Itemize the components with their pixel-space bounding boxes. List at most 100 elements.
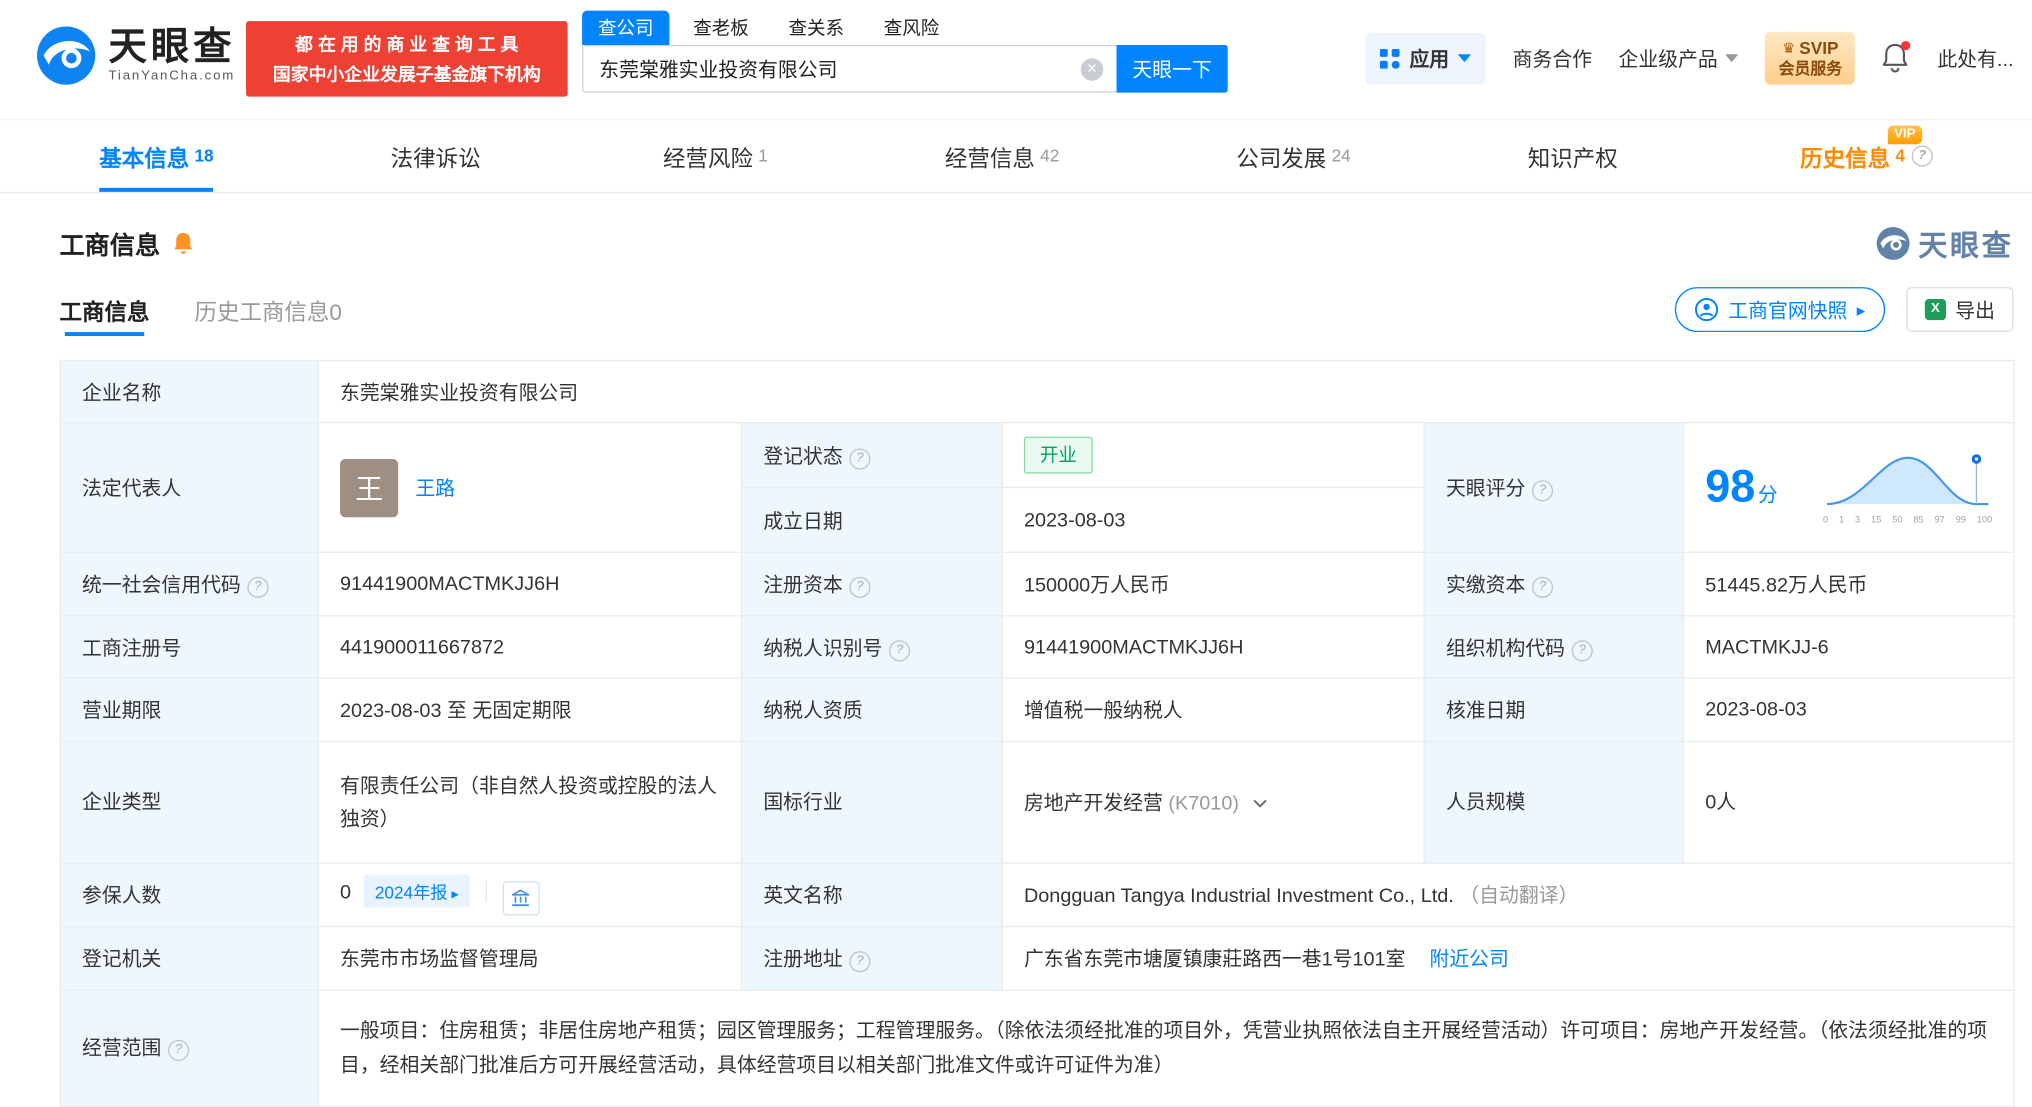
chevron-down-icon[interactable] xyxy=(1252,790,1267,812)
brand-name: 天眼查 xyxy=(108,26,236,69)
business-scope-value: 一般项目：住房租赁；非居住房地产租赁；园区管理服务；工程管理服务。（除依法须经批… xyxy=(317,989,2015,1107)
score-axis-ticks: 01 3 15 50 85 97 99 100 xyxy=(1823,515,1993,525)
paid-capital-label: 实缴资本 xyxy=(1423,551,1685,617)
company-name-value: 东莞棠雅实业投资有限公司 xyxy=(317,359,2015,424)
org-code-value: MACTMKJJ-6 xyxy=(1682,615,2015,679)
score-number: 98 分 xyxy=(1705,461,1778,512)
business-scope-label: 经营范围 xyxy=(59,989,319,1107)
tab-operation-info[interactable]: 经营信息 42 xyxy=(945,120,1059,191)
notification-bell-icon[interactable] xyxy=(1882,41,1911,74)
crown-icon xyxy=(1782,37,1795,59)
legal-rep-link[interactable]: 王路 xyxy=(415,474,455,502)
insured-count-label: 参保人数 xyxy=(59,862,319,928)
search-tab-boss[interactable]: 查老板 xyxy=(691,11,752,45)
chevron-down-icon xyxy=(1458,54,1472,63)
vip-badge: VIP xyxy=(1887,125,1923,145)
search-box xyxy=(582,44,1117,93)
official-snapshot-button[interactable]: 工商官网快照 xyxy=(1675,287,1886,333)
header: 天眼查 TianYanCha.com 都 在 用 的 商 业 查 询 工 具 国… xyxy=(0,0,2032,121)
search-tab-risk[interactable]: 查风险 xyxy=(881,11,942,45)
reg-number-value: 441900011667872 xyxy=(317,615,743,679)
search-tabs: 查公司 查老板 查关系 查风险 xyxy=(582,10,1228,45)
clear-icon[interactable] xyxy=(1080,57,1104,81)
help-icon[interactable] xyxy=(1911,145,1933,167)
business-term-value: 2023-08-03 至 无固定期限 xyxy=(317,677,743,743)
reg-address-label: 注册地址 xyxy=(740,926,1003,991)
help-icon[interactable] xyxy=(849,951,871,973)
brand-domain: TianYanCha.com xyxy=(108,68,236,84)
reg-authority-label: 登记机关 xyxy=(59,926,319,991)
section-title: 工商信息 xyxy=(59,232,161,260)
help-icon[interactable] xyxy=(1571,639,1593,661)
search-tab-company[interactable]: 查公司 xyxy=(582,10,670,45)
status-badge: 开业 xyxy=(1023,436,1093,474)
org-code-label: 组织机构代码 xyxy=(1423,615,1685,679)
approval-date-value: 2023-08-03 xyxy=(1682,677,2015,743)
company-type-value: 有限责任公司（非自然人投资或控股的法人独资） xyxy=(317,740,743,864)
reg-address-value: 广东省东莞市塘厦镇康莊路西一巷1号101室 附近公司 xyxy=(1001,926,2015,991)
help-icon[interactable] xyxy=(247,576,269,598)
tab-company-development[interactable]: 公司发展 24 xyxy=(1236,120,1350,191)
help-icon[interactable] xyxy=(849,447,871,469)
legal-rep-avatar[interactable]: 王 xyxy=(339,458,399,517)
annual-report-tag[interactable]: 2024年报 xyxy=(364,874,470,908)
credit-code-label: 统一社会信用代码 xyxy=(59,551,319,617)
search-button[interactable]: 天眼一下 xyxy=(1116,44,1228,93)
help-icon[interactable] xyxy=(849,576,871,598)
more-link[interactable]: 此处有... xyxy=(1937,44,2013,72)
enterprise-products-link[interactable]: 企业级产品 xyxy=(1619,44,1739,72)
main-nav: 基本信息 18 法律诉讼 经营风险 1 经营信息 42 公司发展 24 知识产权 VIP… xyxy=(0,120,2032,194)
taxpayer-quality-label: 纳税人资质 xyxy=(740,677,1003,743)
tab-basic-info[interactable]: 基本信息 18 xyxy=(99,120,215,192)
taxpayer-quality-value: 增值税一般纳税人 xyxy=(1001,677,1425,743)
reg-number-label: 工商注册号 xyxy=(59,615,319,679)
promo-line2: 国家中小企业发展子基金旗下机构 xyxy=(272,64,541,85)
company-name-label: 企业名称 xyxy=(59,359,319,424)
paid-capital-value: 51445.82万人民币 xyxy=(1682,551,2015,617)
english-name-value: Dongguan Tangya Industrial Investment Co… xyxy=(1001,862,2015,928)
chevron-down-icon xyxy=(1725,54,1739,63)
help-icon[interactable] xyxy=(1531,576,1554,598)
tab-legal-proceedings[interactable]: 法律诉讼 xyxy=(391,120,486,191)
help-icon[interactable] xyxy=(168,1039,190,1061)
nearby-companies-link[interactable]: 附近公司 xyxy=(1429,949,1508,971)
tab-operation-risk[interactable]: 经营风险 1 xyxy=(663,120,768,191)
tab-intellectual-property[interactable]: 知识产权 xyxy=(1528,120,1623,191)
reg-status-value: 开业 xyxy=(1001,422,1425,489)
establish-date-label: 成立日期 xyxy=(740,486,1003,553)
subtab-history-business-info[interactable]: 历史工商信息0 xyxy=(194,283,341,336)
legal-rep-label: 法定代表人 xyxy=(59,422,319,553)
score-value: 98 分 01 3 15 50 85 97 99 100 xyxy=(1682,422,2015,553)
reg-capital-label: 注册资本 xyxy=(740,551,1003,617)
score-label: 天眼评分 xyxy=(1423,422,1685,553)
help-icon[interactable] xyxy=(889,639,911,661)
help-icon[interactable] xyxy=(1531,480,1554,502)
header-right: 应用 商务合作 企业级产品 SVIP 会员服务 此处有... xyxy=(1365,31,2013,85)
tianyancha-watermark-icon xyxy=(1876,226,1910,260)
legal-rep-value: 王 王路 xyxy=(317,422,743,553)
score-distribution-chart[interactable]: 01 3 15 50 85 97 99 100 xyxy=(1823,450,1993,525)
apps-label: 应用 xyxy=(1409,48,1450,71)
search-input[interactable] xyxy=(596,56,1081,82)
approval-date-label: 核准日期 xyxy=(1423,677,1685,743)
tab-history-info[interactable]: VIP 历史信息 4 xyxy=(1800,120,1933,191)
company-type-label: 企业类型 xyxy=(59,740,319,864)
search-tab-relation[interactable]: 查关系 xyxy=(786,11,847,45)
social-security-icon[interactable] xyxy=(502,881,540,916)
insured-count-value: 0 2024年报 xyxy=(317,862,743,928)
taxpayer-id-label: 纳税人识别号 xyxy=(740,615,1003,679)
business-info-table: 企业名称 东莞棠雅实业投资有限公司 法定代表人 王 王路 登记状态 开业 天眼评… xyxy=(59,359,2015,1107)
brand-logo[interactable]: 天眼查 TianYanCha.com xyxy=(36,25,236,86)
subtab-business-info[interactable]: 工商信息 xyxy=(60,283,149,337)
excel-icon xyxy=(1924,298,1946,321)
credit-code-value: 91441900MACTMKJJ6H xyxy=(317,551,743,617)
tianyancha-logo-icon xyxy=(36,25,97,86)
svip-badge[interactable]: SVIP 会员服务 xyxy=(1765,31,1856,85)
arrow-right-icon xyxy=(1857,298,1866,320)
grid-icon xyxy=(1380,48,1401,69)
alarm-bell-icon[interactable] xyxy=(172,232,194,256)
apps-button[interactable]: 应用 xyxy=(1365,32,1487,85)
promo-banner: 都 在 用 的 商 业 查 询 工 具 国家中小企业发展子基金旗下机构 xyxy=(246,21,568,97)
biz-cooperation-link[interactable]: 商务合作 xyxy=(1513,44,1592,72)
export-button[interactable]: 导出 xyxy=(1906,287,2014,333)
